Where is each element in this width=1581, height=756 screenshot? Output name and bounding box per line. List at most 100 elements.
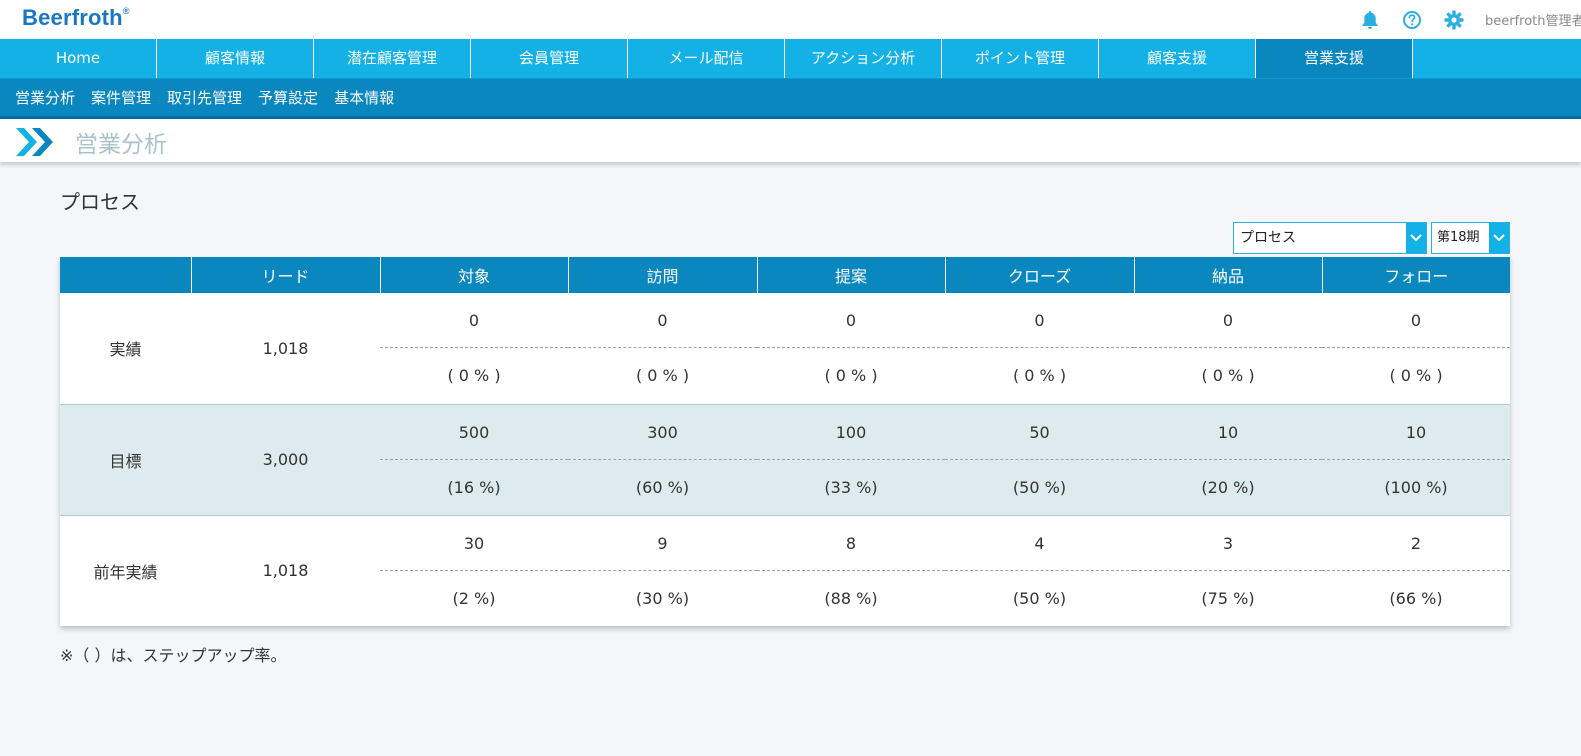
header-delivery: 納品 [1134,257,1323,293]
nav-item-member-management[interactable]: 会員管理 [471,39,628,78]
nav-item-point-management[interactable]: ポイント管理 [942,39,1099,78]
nav-item-customer-info[interactable]: 顧客情報 [157,39,314,78]
cell-rate: ( 0 % ) [635,366,690,386]
cell-rate: (75 %) [1201,588,1255,608]
cell-rate: ( 0 % ) [447,366,501,386]
cell-value: 300 [568,405,757,460]
cell-value: 0 [1134,293,1322,349]
table-cell: 30 (2 %) [380,515,568,626]
top-icons: beerfroth管理者 [1359,0,1581,39]
cell-value: 30 [380,516,568,571]
table-cell: 50 (50 %) [945,404,1134,515]
table-cell: 0 ( 0 % ) [757,293,945,404]
table-cell: 500 (16 %) [380,404,568,515]
gear-icon[interactable] [1443,9,1465,31]
cell-value: 100 [757,405,945,460]
type-select-value: プロセス [1240,230,1296,246]
cell-rate: (16 %) [447,477,501,497]
nav-item-action-analysis[interactable]: アクション分析 [785,39,942,78]
table-row: 実績 1,018 0 ( 0 % ) 0 ( 0 % ) 0 ( 0 % ) 0 ( 0… [60,293,1510,404]
table-cell: 4 (50 %) [945,515,1134,626]
app-logo[interactable]: Beerfroth® [22,5,130,31]
subnav-item-deal-management[interactable]: 案件管理 [91,87,151,108]
table-row: 目標 3,000 500 (16 %) 300 (60 %) 100 (33 %) 5… [60,404,1510,515]
chevron-down-icon[interactable] [1489,223,1509,253]
nav-item-sales-support[interactable]: 営業支援 [1256,39,1413,78]
table-cell: 10 (100 %) [1322,404,1510,515]
page-header: 営業分析 [0,119,1581,162]
table-cell: 300 (60 %) [568,404,757,515]
sub-nav: 営業分析 案件管理 取引先管理 予算設定 基本情報 [0,79,1581,119]
top-bar: Beerfroth® beerfroth管理者 [0,0,1581,39]
header-close: クローズ [945,257,1135,293]
period-select[interactable]: 第18期 [1431,222,1510,254]
cell-rate: (50 %) [1012,477,1067,497]
subnav-item-client-management[interactable]: 取引先管理 [167,87,242,108]
help-icon[interactable] [1401,9,1423,31]
cell-value: 50 [945,405,1134,460]
subnav-item-budget-settings[interactable]: 予算設定 [258,87,318,108]
cell-rate: (33 %) [824,477,878,497]
cell-value: 9 [568,516,757,571]
cell-rate: (2 %) [452,588,496,608]
header-target: 対象 [380,257,569,293]
cell-rate: ( 0 % ) [1389,366,1443,386]
nav-item-prospect-management[interactable]: 潜在顧客管理 [314,39,471,78]
table-cell: 100 (33 %) [757,404,945,515]
cell-rate: (50 %) [1012,588,1067,608]
cell-value: 0 [945,293,1134,349]
cell-value: 4 [945,516,1134,571]
cell-value: 500 [380,405,568,460]
subnav-item-basic-info[interactable]: 基本情報 [334,87,394,108]
lead-value: 1,018 [262,561,309,581]
section-title: プロセス [60,190,140,214]
header-label [60,257,192,293]
process-table: リード 対象 訪問 提案 クローズ 納品 フォロー 実績 1,018 0 ( 0 … [60,257,1510,626]
type-select[interactable]: プロセス [1233,222,1427,254]
cell-rate: ( 0 % ) [1012,366,1067,386]
table-cell: 2 (66 %) [1322,515,1510,626]
cell-value: 0 [380,293,568,349]
nav-item-home[interactable]: Home [0,39,157,78]
cell-value: 8 [757,516,945,571]
main-nav: Home 顧客情報 潜在顧客管理 会員管理 メール配信 アクション分析 ポイント… [0,39,1581,79]
header-visit: 訪問 [568,257,758,293]
table-cell: 8 (88 %) [757,515,945,626]
nav-item-mail-delivery[interactable]: メール配信 [628,39,785,78]
table-header-row: リード 対象 訪問 提案 クローズ 納品 フォロー [60,257,1510,293]
cell-rate: (100 %) [1384,477,1448,497]
table-cell: 3 (75 %) [1134,515,1322,626]
header-proposal: 提案 [757,257,946,293]
row-label: 前年実績 [93,562,158,582]
table-row: 前年実績 1,018 30 (2 %) 9 (30 %) 8 (88 %) 4 (50 … [60,515,1510,626]
subnav-item-sales-analysis[interactable]: 営業分析 [15,87,75,108]
cell-rate: (88 %) [824,588,878,608]
table-cell: 9 (30 %) [568,515,757,626]
footnote: ※（ ）は、ステップアップ率。 [60,646,287,665]
table-cell: 0 ( 0 % ) [945,293,1134,404]
page-title: 営業分析 [75,132,167,158]
cell-rate: (60 %) [635,477,690,497]
header-follow: フォロー [1322,257,1510,293]
nav-item-customer-support[interactable]: 顧客支援 [1099,39,1256,78]
table-cell: 0 ( 0 % ) [1322,293,1510,404]
cell-value: 0 [757,293,945,349]
cell-value: 0 [1322,293,1510,349]
cell-rate: (66 %) [1389,588,1443,608]
lead-value: 3,000 [191,404,380,515]
chevron-down-icon[interactable] [1406,223,1426,253]
table-cell: 10 (20 %) [1134,404,1322,515]
header-lead: リード [191,257,381,293]
table-cell: 0 ( 0 % ) [1134,293,1322,404]
user-name[interactable]: beerfroth管理者 [1485,10,1581,29]
cell-value: 3 [1134,516,1322,571]
lead-value: 1,018 [262,338,309,358]
cell-rate: ( 0 % ) [824,366,878,386]
cell-value: 10 [1322,405,1510,460]
period-select-value: 第18期 [1437,230,1480,245]
bell-icon[interactable] [1359,9,1381,31]
cell-rate: (20 %) [1201,477,1255,497]
table-cell: 0 ( 0 % ) [568,293,757,404]
cell-value: 2 [1322,516,1510,571]
table-cell: 0 ( 0 % ) [380,293,568,404]
